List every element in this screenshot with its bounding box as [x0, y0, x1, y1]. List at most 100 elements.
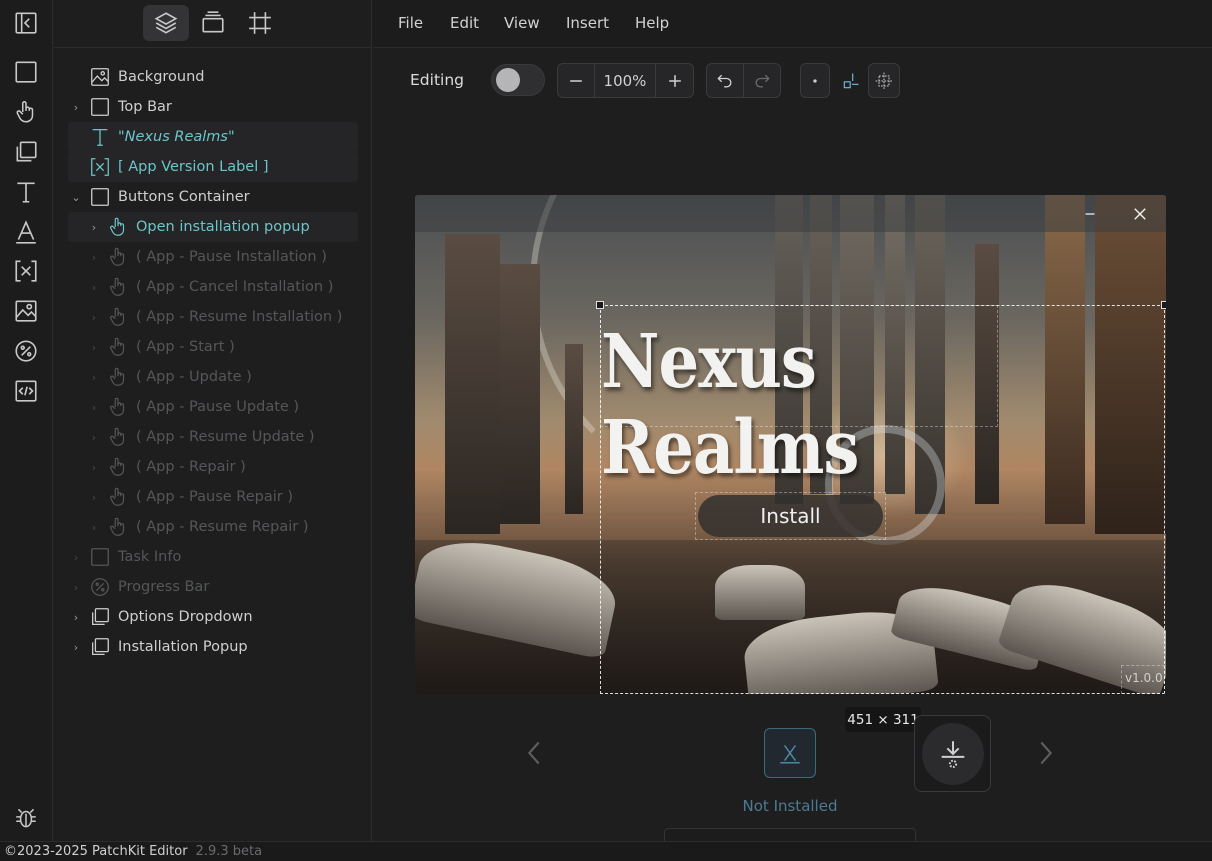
game-title[interactable]: Nexus Realms: [601, 319, 1001, 492]
installing-state-circle: [921, 722, 984, 785]
editing-toggle[interactable]: [491, 64, 545, 96]
zoom-out-button[interactable]: [558, 64, 595, 97]
menu-view[interactable]: View: [504, 14, 540, 32]
chevron-icon[interactable]: ›: [86, 401, 102, 414]
layer-row[interactable]: › ( App - Pause Update ): [68, 392, 358, 422]
panel-tabs: [54, 0, 372, 48]
layer-row[interactable]: Background: [68, 62, 358, 92]
layer-row[interactable]: › ( App - Resume Update ): [68, 422, 358, 452]
layer-row[interactable]: › Options Dropdown: [68, 602, 358, 632]
frame-icon: [88, 545, 112, 569]
layer-row[interactable]: › ( App - Resume Installation ): [68, 302, 358, 332]
chevron-icon[interactable]: ›: [68, 101, 84, 114]
chevron-icon[interactable]: ›: [86, 371, 102, 384]
installing-state-button[interactable]: [914, 715, 991, 792]
layer-row[interactable]: › Top Bar: [68, 92, 358, 122]
layer-row[interactable]: › Task Info: [68, 542, 358, 572]
anchor-tool-button[interactable]: [836, 63, 866, 98]
not-installed-state-button[interactable]: [764, 728, 816, 778]
tab-layers[interactable]: [143, 5, 189, 41]
resize-handle[interactable]: [596, 301, 604, 309]
layer-row[interactable]: "Nexus Realms": [68, 122, 358, 152]
chevron-icon[interactable]: ›: [86, 251, 102, 264]
layer-row[interactable]: › ( App - Repair ): [68, 452, 358, 482]
hand-icon: [106, 485, 130, 509]
layer-row[interactable]: › Open installation popup: [68, 212, 358, 242]
chevron-icon[interactable]: ›: [86, 311, 102, 324]
canvas-toolbar: Editing 100%: [373, 60, 1212, 100]
prev-state-icon[interactable]: [522, 738, 546, 768]
tab-assets[interactable]: [190, 5, 236, 41]
font-tool-icon[interactable]: [10, 216, 42, 248]
chevron-icon[interactable]: ›: [68, 551, 84, 564]
layer-label: ( App - Start ): [136, 339, 235, 355]
close-icon[interactable]: [1129, 203, 1151, 225]
zoom-level[interactable]: 100%: [595, 64, 656, 97]
layer-row[interactable]: › ( App - Update ): [68, 362, 358, 392]
layer-label: Progress Bar: [118, 579, 210, 595]
redo-icon: [755, 74, 770, 87]
top-bar: [415, 195, 1166, 232]
menu-edit[interactable]: Edit: [450, 14, 479, 32]
variable-tool-icon[interactable]: [10, 255, 42, 287]
layer-row[interactable]: [ App Version Label ]: [68, 152, 358, 182]
layer-row[interactable]: › Progress Bar: [68, 572, 358, 602]
hand-icon: [106, 245, 130, 269]
chevron-icon[interactable]: ›: [86, 461, 102, 474]
debug-icon[interactable]: [10, 802, 42, 834]
layer-row[interactable]: ⌄ Buttons Container: [68, 182, 358, 212]
chevron-icon[interactable]: ›: [86, 281, 102, 294]
minimize-icon[interactable]: [1079, 203, 1101, 225]
menu-help[interactable]: Help: [635, 14, 669, 32]
grid-toggle-button[interactable]: [868, 63, 900, 98]
chevron-icon[interactable]: ›: [68, 581, 84, 594]
layer-row[interactable]: › ( App - Cancel Installation ): [68, 272, 358, 302]
chevron-icon[interactable]: ›: [68, 641, 84, 654]
layer-row[interactable]: › ( App - Pause Installation ): [68, 242, 358, 272]
redo-button[interactable]: [744, 64, 780, 97]
point-tool-button[interactable]: [800, 63, 830, 98]
zoom-in-button[interactable]: [656, 64, 693, 97]
image-tool-icon[interactable]: [10, 295, 42, 327]
history-group: [706, 63, 781, 98]
layer-row[interactable]: › Installation Popup: [68, 632, 358, 662]
progress-tool-icon[interactable]: [10, 335, 42, 367]
app-version-label[interactable]: v1.0.0: [1125, 671, 1163, 685]
undo-button[interactable]: [707, 64, 744, 97]
chevron-icon[interactable]: ›: [86, 221, 102, 234]
collapse-panel-icon[interactable]: [10, 7, 42, 39]
chevron-icon[interactable]: ›: [86, 341, 102, 354]
text-tool-icon[interactable]: [10, 176, 42, 208]
tab-frames[interactable]: [237, 5, 283, 41]
resize-handle[interactable]: [1161, 301, 1166, 309]
launcher-preview[interactable]: Nexus Realms Install v1.0.0: [415, 195, 1166, 694]
layer-row[interactable]: › ( App - Resume Repair ): [68, 512, 358, 542]
chevron-icon[interactable]: ›: [86, 431, 102, 444]
hand-icon: [106, 425, 130, 449]
menu-insert[interactable]: Insert: [566, 14, 609, 32]
chevron-icon[interactable]: ›: [68, 611, 84, 624]
hand-icon: [106, 365, 130, 389]
code-tool-icon[interactable]: [10, 375, 42, 407]
dot-icon: [801, 64, 829, 97]
status-bar: ©2023-2025 PatchKit Editor 2.9.3 beta: [0, 841, 1212, 861]
anchor-icon: [837, 64, 865, 97]
component-tool-icon[interactable]: [10, 136, 42, 168]
menu-file[interactable]: File: [398, 14, 423, 32]
chevron-icon[interactable]: ⌄: [68, 191, 84, 204]
layer-row[interactable]: › ( App - Start ): [68, 332, 358, 362]
layers-icon: [154, 12, 178, 34]
layer-row[interactable]: › ( App - Pause Repair ): [68, 482, 358, 512]
chevron-icon[interactable]: ›: [86, 491, 102, 504]
frame-tool-icon[interactable]: [10, 56, 42, 88]
layer-label: ( App - Pause Repair ): [136, 489, 293, 505]
tool-rail: [0, 0, 53, 841]
layer-label: Open installation popup: [136, 219, 310, 235]
frame-icon: [88, 185, 112, 209]
next-state-icon[interactable]: [1034, 738, 1058, 768]
undo-icon: [717, 74, 732, 87]
chevron-icon[interactable]: ›: [86, 521, 102, 534]
selection-size-badge: 451 × 311: [845, 707, 921, 732]
interaction-tool-icon[interactable]: [10, 96, 42, 128]
install-button[interactable]: Install: [698, 495, 883, 537]
